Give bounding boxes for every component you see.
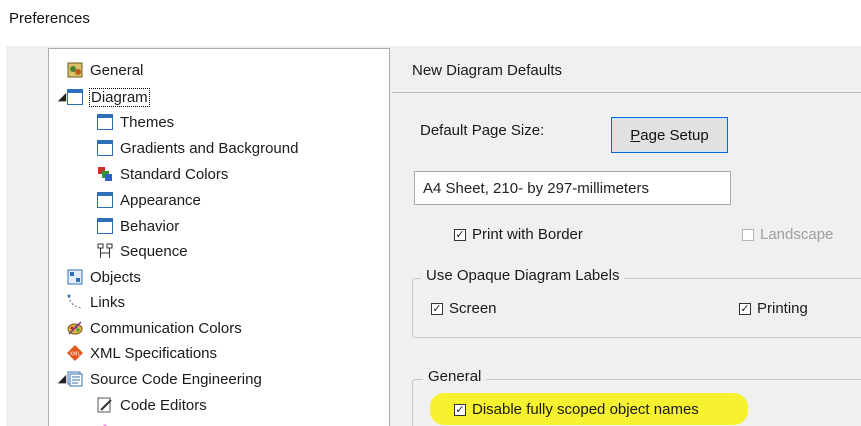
- diagram-collapse-arrow-icon[interactable]: ◢: [56, 91, 68, 103]
- objects-icon: [67, 269, 83, 285]
- page-setup-button[interactable]: Page Setup: [611, 117, 728, 153]
- svg-text:XML: XML: [70, 352, 81, 358]
- tree-item-general[interactable]: General: [67, 58, 143, 82]
- tree-item-label: General: [90, 61, 144, 79]
- printing-checkbox[interactable]: ✓ Printing: [739, 300, 808, 317]
- page-size-field[interactable]: A4 Sheet, 210- by 297-millimeters: [414, 171, 731, 205]
- disable-scoped-names-label: Disable fully scoped object names: [472, 401, 699, 418]
- page-setup-button-label: Page Setup: [630, 126, 709, 144]
- tree-item-diagram[interactable]: Diagram: [67, 85, 150, 109]
- tree-item-label: Sequence: [120, 242, 188, 260]
- checkbox-box[interactable]: ✓: [454, 228, 466, 241]
- window-title: Preferences: [9, 10, 90, 27]
- tree-item-label: Standard Colors: [120, 165, 229, 183]
- tree-item-links[interactable]: Links: [67, 290, 125, 314]
- tree-item-label: Diagram: [89, 87, 150, 107]
- communication-colors-icon: [67, 320, 83, 336]
- tree-item-label: Source Code Engineering: [90, 370, 262, 388]
- tree-item-communication-colors[interactable]: Communication Colors: [67, 316, 242, 340]
- tree-item-code-editors[interactable]: Code Editors: [97, 393, 207, 417]
- page-icon: [97, 140, 113, 156]
- diagram-page-icon: [67, 89, 83, 105]
- links-icon: [67, 294, 83, 310]
- printing-label: Printing: [757, 300, 808, 317]
- tree-item-label: Behavior: [120, 217, 180, 235]
- screen-checkbox[interactable]: ✓ Screen: [431, 300, 497, 317]
- opaque-labels-legend: Use Opaque Diagram Labels: [421, 267, 625, 284]
- tree-item-standard-colors[interactable]: Standard Colors: [97, 162, 228, 186]
- checkbox-box[interactable]: ✓: [431, 302, 443, 315]
- xml-icon: XML: [67, 345, 83, 361]
- landscape-label: Landscape: [760, 226, 834, 243]
- code-editor-icon: [97, 397, 113, 413]
- checkbox-box[interactable]: ✓: [454, 403, 466, 416]
- disable-scoped-names-checkbox[interactable]: ✓ Disable fully scoped object names: [454, 401, 699, 418]
- preferences-tree[interactable]: General Diagram Themes Gradients and Bac…: [48, 48, 390, 426]
- default-page-size-label: Default Page Size:: [420, 122, 545, 139]
- tree-item-label: XML Specifications: [90, 344, 218, 362]
- print-with-border-label: Print with Border: [472, 226, 583, 243]
- page-icon: [97, 192, 113, 208]
- page-size-value: A4 Sheet, 210- by 297-millimeters: [423, 179, 649, 197]
- checkbox-box[interactable]: [742, 228, 754, 241]
- top-cropped-strip: [0, 0, 861, 5]
- landscape-checkbox[interactable]: Landscape: [742, 226, 833, 243]
- preferences-window: Preferences General Diagram Themes Gradi…: [0, 0, 861, 426]
- tree-item-partial[interactable]: [97, 419, 120, 426]
- tree-item-gradients[interactable]: Gradients and Background: [97, 136, 298, 160]
- title-bar: Preferences: [0, 0, 861, 46]
- tree-item-xml-specifications[interactable]: XML XML Specifications: [67, 341, 217, 365]
- checkbox-box[interactable]: ✓: [739, 302, 751, 315]
- tree-item-label: Communication Colors: [90, 319, 242, 337]
- screen-label: Screen: [449, 300, 497, 317]
- tree-item-label: Themes: [120, 113, 175, 131]
- tree-item-label: Links: [90, 293, 126, 311]
- page-icon: [97, 218, 113, 234]
- tree-item-appearance[interactable]: Appearance: [97, 188, 201, 212]
- print-with-border-checkbox[interactable]: ✓ Print with Border: [454, 226, 583, 243]
- tree-item-label: Objects: [90, 268, 141, 286]
- heading-divider: [392, 92, 861, 93]
- source-code-icon: [67, 371, 83, 387]
- tree-item-behavior[interactable]: Behavior: [97, 214, 179, 238]
- left-window-edge: [0, 0, 6, 426]
- section-heading: New Diagram Defaults: [412, 62, 563, 79]
- tree-item-label: Gradients and Background: [120, 139, 299, 157]
- tree-item-label: Appearance: [120, 191, 201, 209]
- settings-panel: New Diagram Defaults Default Page Size: …: [390, 46, 861, 426]
- source-code-collapse-arrow-icon[interactable]: ◢: [56, 373, 68, 385]
- tree-item-objects[interactable]: Objects: [67, 265, 141, 289]
- general-legend: General: [423, 368, 487, 385]
- tree-item-sequence[interactable]: Sequence: [97, 239, 188, 263]
- tree-item-label: Code Editors: [120, 396, 207, 414]
- color-palette-icon: [97, 166, 113, 182]
- tree-item-source-code-engineering[interactable]: Source Code Engineering: [67, 367, 262, 391]
- tree-item-themes[interactable]: Themes: [97, 110, 174, 134]
- page-icon: [97, 114, 113, 130]
- sequence-icon: [97, 243, 113, 259]
- general-icon: [67, 62, 83, 78]
